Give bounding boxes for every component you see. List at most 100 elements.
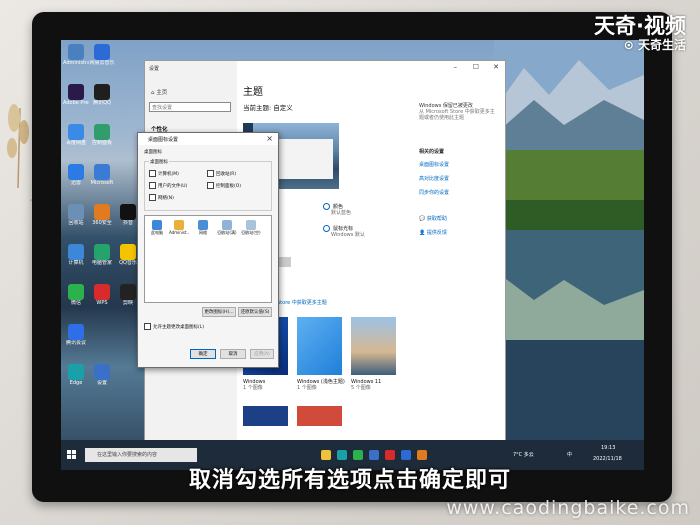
security-app-icon[interactable] [417, 450, 427, 460]
cancel-button[interactable]: 取消 [220, 349, 246, 359]
desktop-icon[interactable]: 百度网盘 [63, 124, 89, 146]
checkbox-computer[interactable]: 计算机(M) [149, 170, 179, 177]
desktop-screen: Administrator 网易云音乐 Adobe Premiere 腾讯QQ … [61, 40, 644, 470]
taskbar-search-input[interactable]: 在这里输入你要搜索的内容 [85, 448, 197, 462]
related-settings-title: 相关的设置 [419, 149, 445, 155]
music-app-icon[interactable] [401, 450, 411, 460]
music-app-icon [94, 44, 110, 60]
theme-notice: Windows 保留已被更改从 Microsoft Store 中获取更多主题或… [419, 103, 495, 121]
icon-list: 此电脑 Administ... 网络 回收站(满) 回收站(空) [144, 215, 272, 303]
desktop-icon[interactable]: 360安全 [89, 204, 115, 226]
palette-icon [323, 203, 330, 210]
security-app-icon [94, 204, 110, 220]
desktop-icon[interactable]: 计算机 [63, 244, 89, 266]
qq-icon [94, 84, 110, 100]
qq-music-icon [120, 244, 136, 260]
dialog-title: 桌面图标设置 [148, 137, 179, 143]
desktop-icon[interactable]: Microsoft [89, 164, 115, 186]
desktop-icon[interactable]: WPS [89, 284, 115, 306]
feedback-link[interactable]: 👤 提供反馈 [419, 229, 447, 236]
theme-tile-windows-11[interactable] [351, 317, 396, 375]
desktop-icon[interactable]: 控制面板 [89, 124, 115, 146]
windows-start-icon[interactable] [67, 450, 76, 459]
meeting-app-icon [68, 324, 84, 340]
theme-tile-more[interactable] [297, 406, 342, 426]
weather-widget[interactable]: 7°C 多云 [513, 451, 534, 458]
premiere-icon [68, 84, 84, 100]
video-editor-icon [120, 284, 136, 300]
theme-tile-windows-light[interactable] [297, 317, 342, 375]
tile-caption: Windows (浅色主题) 1 个图像 [297, 379, 345, 391]
settings-icon[interactable] [369, 450, 379, 460]
list-item[interactable]: 此电脑 [147, 220, 167, 236]
list-item[interactable]: 回收站(满) [217, 220, 237, 236]
page-title: 主题 [243, 87, 263, 98]
cursor-icon [323, 225, 330, 232]
list-item[interactable]: Administ... [169, 220, 189, 235]
cloud-drive-icon [68, 124, 84, 140]
checkbox-control-panel[interactable]: 控制面板(O) [207, 182, 241, 189]
edge-icon [68, 364, 84, 380]
video-subtitle: 取消勾选所有选项点击确定即可 [188, 467, 511, 494]
wps-icon[interactable] [385, 450, 395, 460]
desktop-icon[interactable]: 腾讯会议 [63, 324, 89, 346]
tile-caption: Windows 11 5 个图像 [351, 379, 382, 391]
user-folder-icon [68, 44, 84, 60]
settings-app-icon [94, 364, 110, 380]
dried-flower-decoration [7, 104, 29, 188]
apply-button[interactable]: 应用(A) [250, 349, 274, 359]
desktop-icon[interactable]: 设置 [89, 364, 115, 386]
allow-theme-checkbox[interactable]: 允许主题更改桌面图标(L) [144, 323, 204, 330]
clock-time[interactable]: 19:13 [601, 445, 615, 451]
dialog-close-icon[interactable]: × [266, 134, 273, 143]
desktop-icons: Administrator 网易云音乐 Adobe Premiere 腾讯QQ … [61, 40, 141, 440]
sync-settings-link[interactable]: 同步你的设置 [419, 189, 449, 196]
high-contrast-link[interactable]: 高对比度设置 [419, 175, 449, 182]
desktop-icon[interactable]: Adobe Premiere [63, 84, 89, 106]
checkbox-network[interactable]: 网络(N) [149, 194, 174, 201]
store-link[interactable]: Store 中获取更多主题 [277, 299, 327, 306]
checkbox-recycle-bin[interactable]: 回收站(R) [207, 170, 236, 177]
list-item[interactable]: 回收站(空) [241, 220, 261, 236]
maximize-button[interactable]: ☐ [473, 63, 479, 71]
checkbox-user-files[interactable]: 用户的文件(U) [149, 182, 187, 189]
computer-icon [68, 244, 84, 260]
network-icon [198, 220, 208, 230]
desktop-icon-settings-dialog: 桌面图标设置 × 桌面图标 桌面图标 计算机(M) 回收站(R) 用户的文件(U… [137, 132, 279, 368]
download-icon [68, 164, 84, 180]
pc-manager-icon [94, 244, 110, 260]
desktop-icon[interactable]: 回收站 [63, 204, 89, 226]
change-icon-button[interactable]: 更改图标(H)... [202, 307, 236, 317]
desktop-icon[interactable]: 微信 [63, 284, 89, 306]
wechat-icon[interactable] [353, 450, 363, 460]
input-language[interactable]: 中 [567, 451, 572, 458]
edge-icon[interactable] [337, 450, 347, 460]
desktop-icon-settings-link[interactable]: 桌面图标设置 [419, 161, 449, 168]
settings-search-input[interactable]: 查找设置 [149, 102, 231, 112]
control-panel-icon [94, 124, 110, 140]
get-help-link[interactable]: 💬 获取帮助 [419, 215, 447, 222]
ok-button[interactable]: 确定 [190, 349, 216, 359]
desktop-icon[interactable]: 迅雷 [63, 164, 89, 186]
restore-default-button[interactable]: 还原默认值(S) [238, 307, 272, 317]
desktop-icon[interactable]: Edge [63, 364, 89, 386]
file-explorer-icon[interactable] [321, 450, 331, 460]
tab-desktop-icons[interactable]: 桌面图标 [144, 149, 162, 155]
desktop-icon[interactable]: 腾讯QQ [89, 84, 115, 106]
microsoft-icon [94, 164, 110, 180]
desktop-icon[interactable]: 电脑管家 [89, 244, 115, 266]
recycle-empty-icon [246, 220, 256, 230]
brand-watermark-small: ⊙ 天奇生活 [623, 38, 686, 52]
desktop-icon[interactable]: Administrator [63, 44, 89, 66]
home-nav-item[interactable]: ⌂ 主页 [151, 88, 167, 96]
close-button[interactable]: ✕ [493, 63, 499, 71]
list-item[interactable]: 网络 [193, 220, 213, 236]
desktop-icon[interactable]: 网易云音乐 [89, 44, 115, 66]
mountain-wallpaper [494, 40, 644, 440]
wps-icon [94, 284, 110, 300]
cursor-option[interactable]: 鼠标光标 Windows 默认 [323, 225, 365, 238]
color-option[interactable]: 颜色 默认蓝色 [323, 203, 351, 216]
user-icon [174, 220, 184, 230]
theme-tile-more[interactable] [243, 406, 288, 426]
minimize-button[interactable]: – [454, 63, 458, 71]
